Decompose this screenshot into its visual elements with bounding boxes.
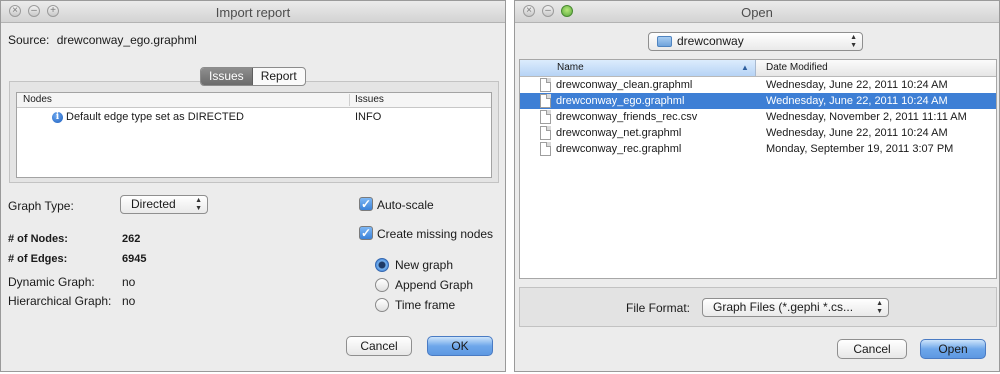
updown-arrows-icon: ▲ ▼ (876, 300, 883, 315)
radio-time-frame[interactable] (375, 298, 389, 312)
file-name: drewconway_friends_rec.csv (556, 111, 698, 123)
file-date: Wednesday, June 22, 2011 10:24 AM (766, 95, 948, 107)
issue-level: INFO (355, 111, 382, 123)
view-tabs: Issues Report (200, 67, 306, 86)
name-column-label: Name (557, 62, 584, 73)
column-header-issues[interactable]: Issues (355, 94, 384, 105)
create-missing-nodes-label[interactable]: Create missing nodes (377, 227, 493, 241)
document-icon (540, 126, 551, 140)
source-label: Source: (8, 33, 50, 47)
issue-message: Default edge type set as DIRECTED (66, 111, 244, 123)
auto-scale-checkbox[interactable]: ✓ (359, 197, 373, 211)
file-row-selected[interactable]: drewconway_ego.graphml Wednesday, June 2… (520, 93, 996, 109)
issues-table: Nodes Issues i Default edge type set as … (16, 92, 492, 178)
radio-append-graph[interactable] (375, 278, 389, 292)
auto-scale-label[interactable]: Auto-scale (377, 198, 434, 212)
append-graph-label[interactable]: Append Graph (395, 278, 473, 292)
nodes-count-label: # of Nodes: (8, 233, 68, 245)
dynamic-graph-label: Dynamic Graph: (8, 275, 95, 289)
file-format-value: Graph Files (*.gephi *.cs... (713, 300, 854, 314)
issues-panel: Nodes Issues i Default edge type set as … (9, 81, 499, 183)
file-name: drewconway_rec.graphml (556, 143, 682, 155)
title-bar: × – + Import report (1, 1, 505, 23)
graph-type-label: Graph Type: (8, 199, 74, 213)
file-date: Wednesday, June 22, 2011 10:24 AM (766, 127, 948, 139)
file-list-header: Name ▲ Date Modified (520, 60, 996, 77)
source-line: Source: drewconway_ego.graphml (8, 33, 197, 47)
hierarchical-graph-value: no (122, 294, 136, 308)
document-icon (540, 78, 551, 92)
file-name: drewconway_net.graphml (556, 127, 682, 139)
checkmark-icon: ✓ (360, 226, 372, 240)
edges-count-label: # of Edges: (8, 253, 68, 265)
cancel-button[interactable]: Cancel (837, 339, 907, 359)
folder-icon (657, 36, 672, 47)
column-header-date-modified[interactable]: Date Modified (766, 62, 828, 73)
ok-button[interactable]: OK (427, 336, 493, 356)
file-format-label: File Format: (626, 301, 691, 315)
file-date: Wednesday, June 22, 2011 10:24 AM (766, 79, 948, 91)
dynamic-graph-value: no (122, 275, 136, 289)
file-row[interactable]: drewconway_rec.graphml Monday, September… (520, 141, 996, 157)
column-divider (349, 94, 350, 106)
document-icon (540, 110, 551, 124)
source-value: drewconway_ego.graphml (56, 33, 197, 47)
new-graph-label[interactable]: New graph (395, 258, 453, 272)
title-bar: × – Open (515, 1, 999, 23)
table-row[interactable]: i Default edge type set as DIRECTED INFO (17, 108, 491, 125)
cancel-button[interactable]: Cancel (346, 336, 412, 356)
file-date: Monday, September 19, 2011 3:07 PM (766, 143, 954, 155)
document-icon (540, 94, 551, 108)
file-format-select[interactable]: Graph Files (*.gephi *.cs... ▲ ▼ (702, 298, 889, 317)
updown-arrows-icon: ▲ ▼ (195, 197, 202, 212)
folder-select[interactable]: drewconway ▲ ▼ (648, 32, 863, 51)
file-row[interactable]: drewconway_clean.graphml Wednesday, June… (520, 77, 996, 93)
time-frame-label[interactable]: Time frame (395, 298, 455, 312)
table-header: Nodes Issues (17, 93, 491, 108)
updown-arrows-icon: ▲ ▼ (850, 34, 857, 49)
folder-name: drewconway (677, 34, 744, 48)
file-date: Wednesday, November 2, 2011 11:11 AM (766, 111, 967, 123)
checkmark-icon: ✓ (360, 197, 372, 211)
column-header-nodes[interactable]: Nodes (23, 94, 52, 105)
open-button[interactable]: Open (920, 339, 986, 359)
create-missing-nodes-checkbox[interactable]: ✓ (359, 226, 373, 240)
sort-ascending-icon: ▲ (741, 63, 749, 72)
nodes-count-value: 262 (122, 233, 141, 245)
graph-type-select[interactable]: Directed ▲ ▼ (120, 195, 208, 214)
file-name: drewconway_clean.graphml (556, 79, 693, 91)
graph-type-value: Directed (131, 197, 176, 211)
file-list: Name ▲ Date Modified drewconway_clean.gr… (519, 59, 997, 279)
document-icon (540, 142, 551, 156)
file-row[interactable]: drewconway_net.graphml Wednesday, June 2… (520, 125, 996, 141)
import-report-window: × – + Import report Source: drewconway_e… (0, 0, 506, 372)
edges-count-value: 6945 (122, 253, 147, 265)
file-name: drewconway_ego.graphml (556, 95, 685, 107)
file-row[interactable]: drewconway_friends_rec.csv Wednesday, No… (520, 109, 996, 125)
column-header-name[interactable]: Name ▲ (520, 60, 756, 76)
tab-issues[interactable]: Issues (201, 68, 253, 85)
tab-report[interactable]: Report (253, 68, 305, 85)
file-format-bar: File Format: Graph Files (*.gephi *.cs..… (519, 287, 997, 327)
hierarchical-graph-label: Hierarchical Graph: (8, 294, 112, 308)
open-dialog-window: × – Open drewconway ▲ ▼ Name ▲ Date Modif… (514, 0, 1000, 372)
radio-new-graph[interactable] (375, 258, 389, 272)
window-title: Import report (215, 5, 291, 20)
window-title: Open (741, 5, 773, 20)
info-icon: i (52, 112, 63, 123)
